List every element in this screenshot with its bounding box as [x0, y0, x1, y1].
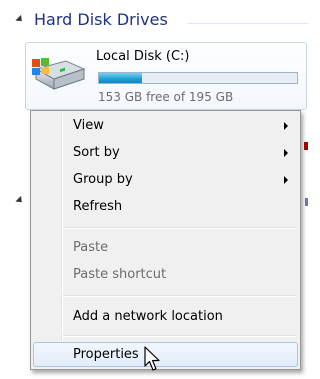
- drive-free-space: 153 GB free of 195 GB: [98, 90, 234, 104]
- menu-separator: [63, 227, 296, 229]
- context-menu: View Sort by Group by Refresh Paste Past…: [30, 110, 301, 370]
- menu-separator: [63, 295, 296, 297]
- group-title: Hard Disk Drives: [34, 10, 168, 29]
- menu-item-refresh[interactable]: Refresh: [33, 195, 298, 219]
- drive-name: Local Disk (C:): [96, 49, 190, 64]
- menu-item-label: View: [73, 118, 104, 133]
- submenu-arrow-icon: [284, 176, 288, 184]
- partial-element-edge: [304, 142, 308, 150]
- submenu-arrow-icon: [284, 149, 288, 157]
- menu-item-label: Sort by: [73, 145, 120, 160]
- menu-item-paste-shortcut: Paste shortcut: [33, 263, 298, 287]
- drive-usage-fill: [99, 73, 142, 83]
- menu-item-label: Group by: [73, 172, 133, 187]
- menu-item-group-by[interactable]: Group by: [33, 168, 298, 192]
- menu-item-label: Add a network location: [73, 309, 223, 324]
- menu-item-label: Properties: [73, 347, 139, 362]
- menu-item-view[interactable]: View: [33, 114, 298, 138]
- menu-separator: [63, 335, 296, 337]
- menu-item-properties[interactable]: Properties: [33, 342, 298, 367]
- hard-disk-drives-group-header[interactable]: Hard Disk Drives: [0, 8, 308, 34]
- menu-item-paste: Paste: [33, 236, 298, 260]
- collapse-arrow-icon[interactable]: [15, 14, 25, 25]
- group-divider: [188, 23, 308, 24]
- menu-item-add-network-location[interactable]: Add a network location: [33, 305, 298, 329]
- drive-usage-bar: [98, 72, 298, 84]
- submenu-arrow-icon: [284, 122, 288, 130]
- partial-element-edge: [305, 198, 308, 206]
- menu-item-label: Refresh: [73, 199, 123, 214]
- menu-item-sort-by[interactable]: Sort by: [33, 141, 298, 165]
- menu-item-label: Paste shortcut: [73, 267, 167, 282]
- collapse-arrow-icon[interactable]: [15, 195, 25, 206]
- menu-item-label: Paste: [73, 240, 109, 255]
- mouse-pointer-icon: [144, 346, 160, 371]
- drive-tile-local-disk-c[interactable]: Local Disk (C:) 153 GB free of 195 GB: [25, 42, 307, 110]
- hard-drive-icon: [32, 58, 86, 90]
